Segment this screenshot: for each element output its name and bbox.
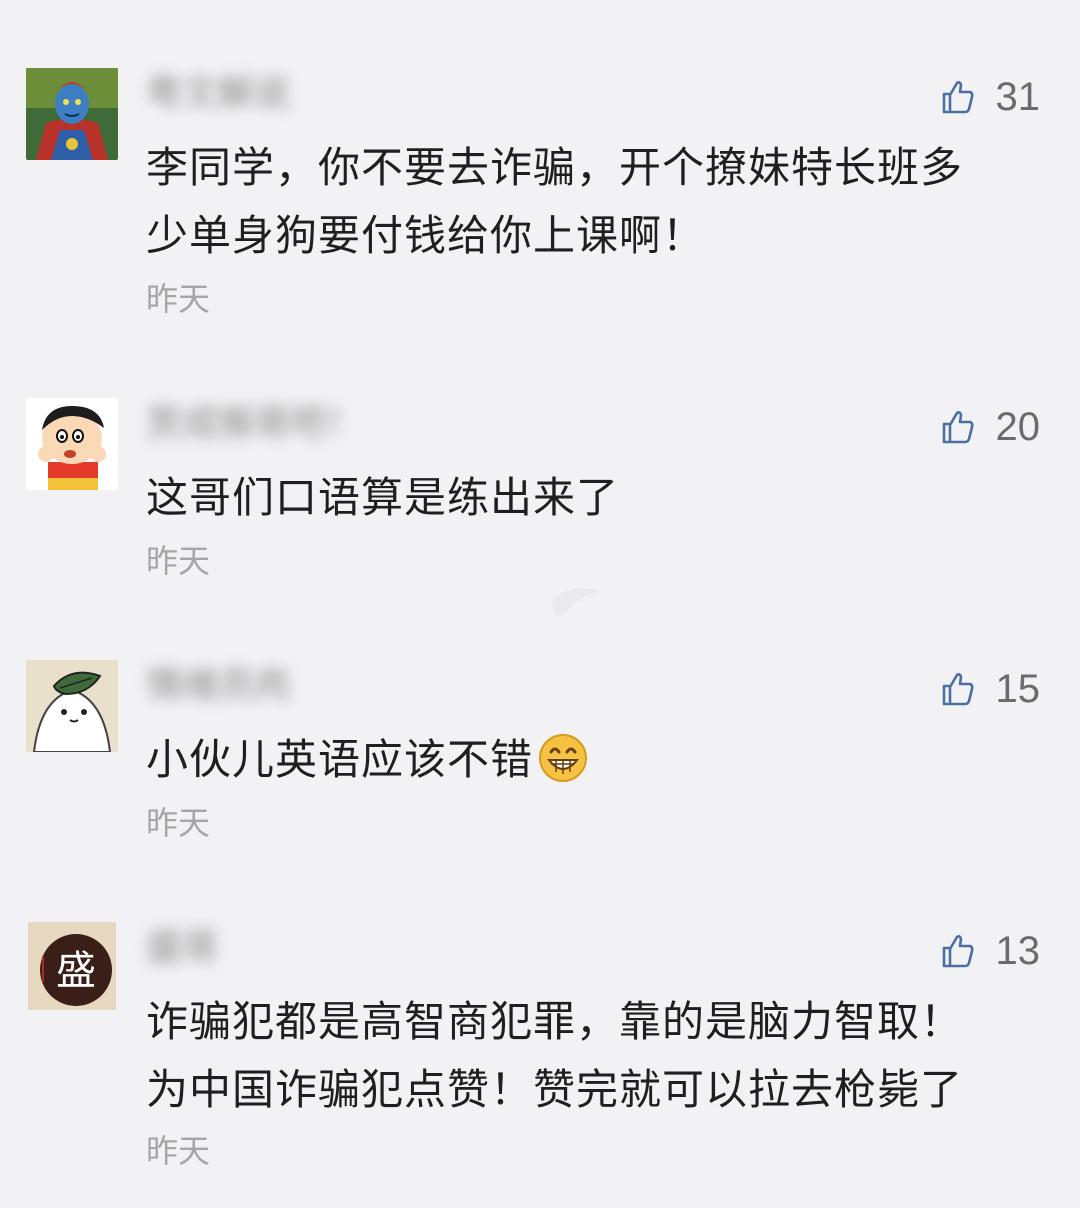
nickname[interactable]: 赏成猴哥吧！: [146, 400, 362, 448]
comment-text-line: 少单身狗要付钱给你上课啊！: [146, 211, 706, 260]
superhero-avatar-image: [26, 68, 118, 160]
avatar[interactable]: [26, 660, 118, 752]
like-button[interactable]: 15: [940, 666, 1041, 712]
thumbs-up-icon: [940, 671, 976, 707]
comment-text-line: 这哥们口语算是练出来了: [146, 473, 620, 522]
comment-time: 昨天: [146, 804, 211, 842]
like-button[interactable]: 20: [940, 404, 1041, 450]
like-button[interactable]: 31: [940, 74, 1041, 120]
grinning-emoji-icon: [537, 732, 589, 784]
comment-time: 昨天: [146, 280, 211, 318]
like-button[interactable]: 13: [940, 928, 1041, 974]
nickname[interactable]: 盛哥: [146, 924, 218, 972]
comment-text-line: 诈骗犯都是高智商犯罪，靠的是脑力智取！: [146, 997, 964, 1046]
like-count: 13: [995, 928, 1041, 973]
like-count: 15: [995, 666, 1041, 711]
calligraphy-logo-avatar-image: 盛: [28, 922, 116, 1010]
seal-leaf-avatar-image: [26, 660, 118, 752]
like-count: 20: [995, 404, 1041, 449]
avatar[interactable]: 盛: [28, 922, 116, 1010]
comment-text: 李同学，你不要去诈骗，开个撩妹特长班多 少单身狗要付钱给你上课啊！: [146, 134, 1026, 270]
cartoon-boy-avatar-image: [26, 398, 118, 490]
like-count: 31: [995, 74, 1041, 119]
comment-time: 昨天: [146, 1132, 211, 1170]
thumbs-up-icon: [940, 79, 976, 115]
nickname[interactable]: 粤文解说: [146, 70, 290, 118]
watermark: [462, 578, 622, 628]
thumbs-up-icon: [940, 933, 976, 969]
comment-text-line: 为中国诈骗犯点赞！赞完就可以拉去枪毙了: [146, 1065, 964, 1114]
comment-text: 诈骗犯都是高智商犯罪，靠的是脑力智取！ 为中国诈骗犯点赞！赞完就可以拉去枪毙了: [146, 988, 1026, 1124]
comment-text-line: 小伙儿英语应该不错: [146, 735, 534, 784]
comment-text-line: 李同学，你不要去诈骗，开个撩妹特长班多: [146, 143, 964, 192]
nickname[interactable]: 情绪员肉: [146, 662, 290, 710]
avatar[interactable]: [26, 68, 118, 160]
thumbs-up-icon: [940, 409, 976, 445]
avatar[interactable]: [26, 398, 118, 490]
comment-time: 昨天: [146, 542, 211, 580]
comment-text: 小伙儿英语应该不错: [146, 726, 1026, 794]
comment-text: 这哥们口语算是练出来了: [146, 464, 1026, 532]
avatar-char: 盛: [56, 948, 96, 994]
